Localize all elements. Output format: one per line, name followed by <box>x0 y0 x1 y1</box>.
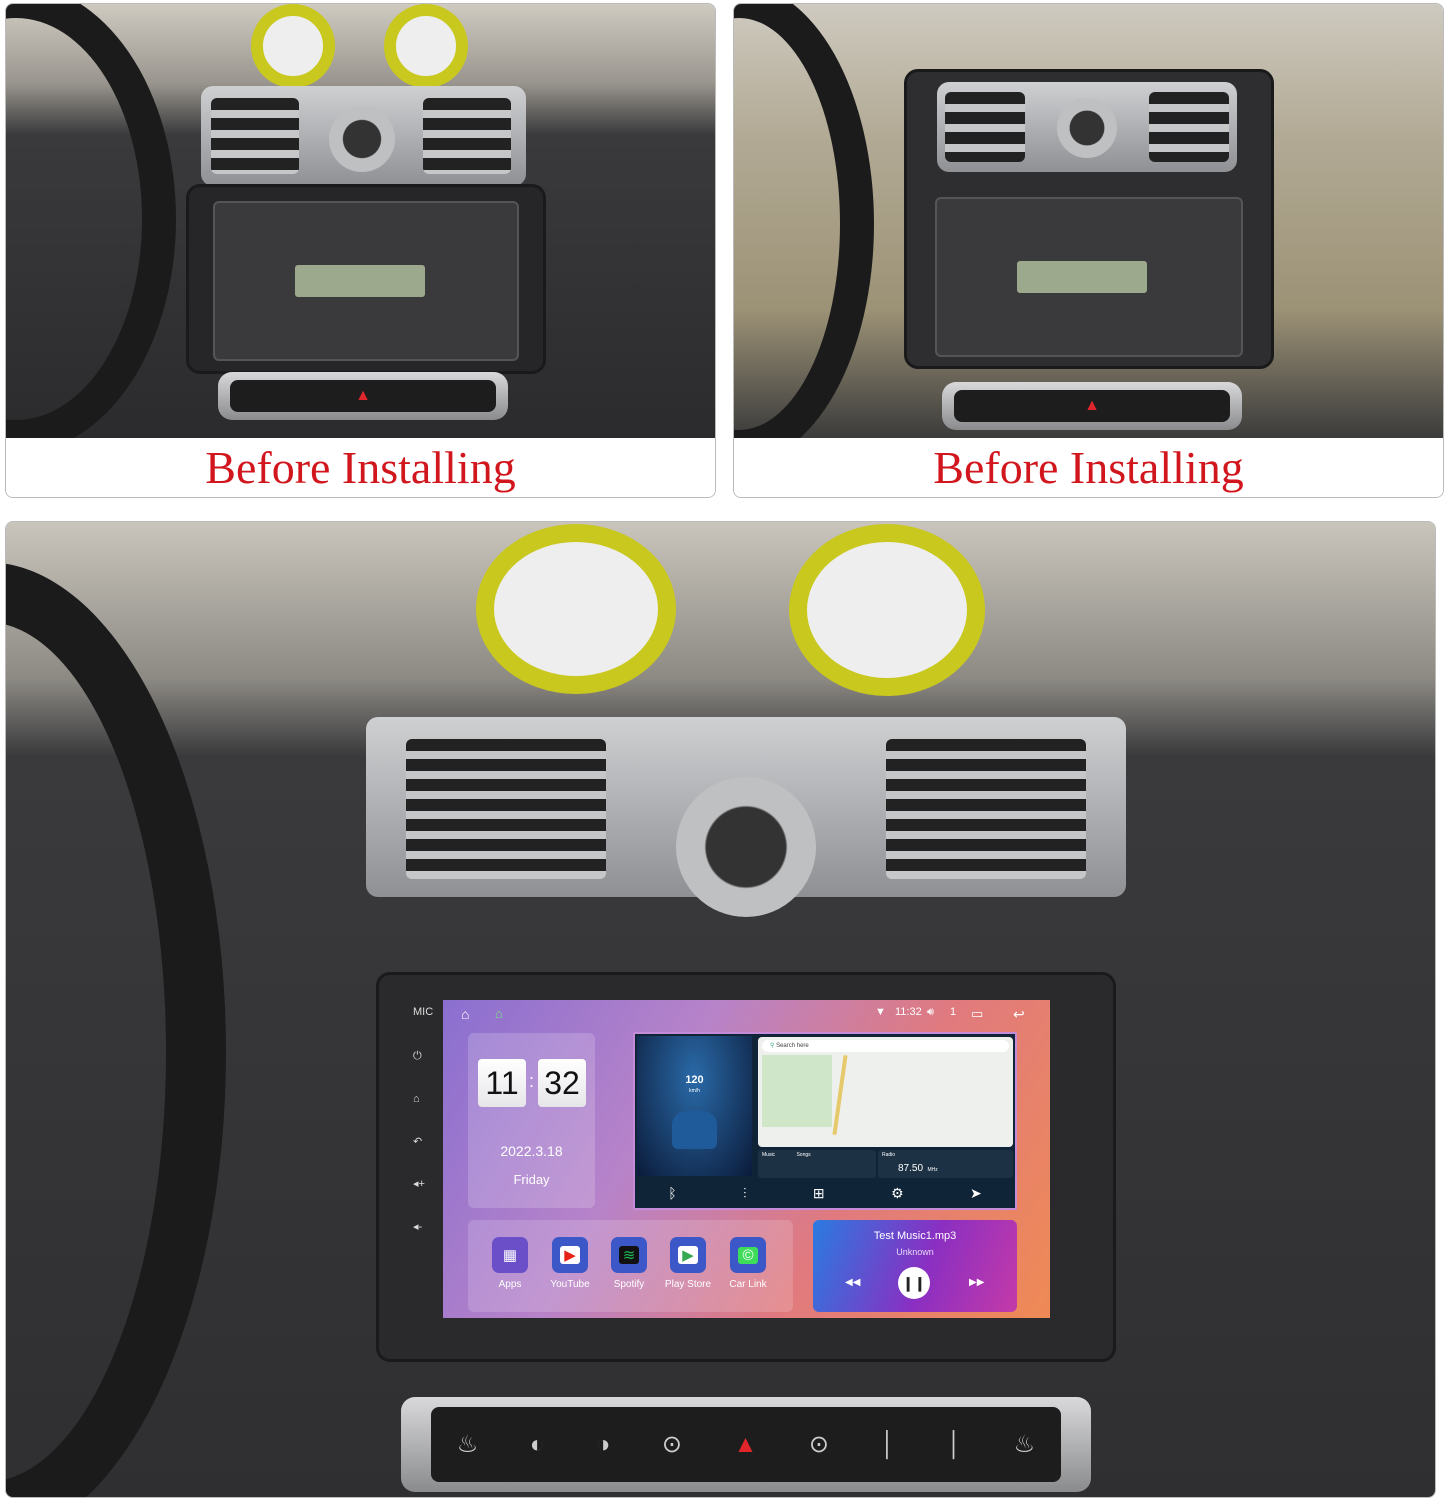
radio-mini-widget[interactable]: Radio 87.50 MHz <box>878 1150 1013 1178</box>
before-photo-left: ▲ Before Installing <box>5 3 716 498</box>
map-widget[interactable]: ⚲ Search here <box>758 1037 1013 1147</box>
status-time: 11:32 <box>895 1006 922 1018</box>
clock-gauge <box>384 4 468 88</box>
wifi-icon: ▼ <box>875 1006 886 1018</box>
app-label: Play Store <box>664 1279 712 1290</box>
speed-unit: km/h <box>689 1088 700 1094</box>
app-youtube[interactable]: ▶ YouTube <box>542 1237 598 1290</box>
home-icon[interactable]: ⌂ <box>495 1006 503 1021</box>
air-vents <box>201 86 526 186</box>
home-outline-icon[interactable]: ⌂ <box>461 1006 469 1022</box>
radio-unit: MHz <box>927 1167 938 1173</box>
switch-panel: ▲ <box>942 382 1242 430</box>
steering-wheel <box>6 4 176 454</box>
mic-icon[interactable]: MIC <box>413 1006 433 1018</box>
pause-button[interactable]: ❙❙ <box>898 1267 930 1299</box>
music-mini-label: Music <box>762 1152 776 1158</box>
apps-grid-icon[interactable]: ⊞ <box>813 1185 825 1202</box>
track-artist: Unknown <box>896 1247 934 1257</box>
stock-radio <box>935 197 1243 357</box>
home-button[interactable]: ⌂ <box>413 1093 420 1105</box>
air-vents <box>366 717 1126 917</box>
map-search-placeholder: Search here <box>776 1043 809 1049</box>
volume-level: 1 <box>950 1006 957 1018</box>
app-play-store[interactable]: ▶ Play Store <box>660 1237 716 1290</box>
clock-hour: 11 <box>478 1059 526 1107</box>
clock-minute: 32 <box>538 1059 586 1107</box>
steering-wheel <box>734 4 874 464</box>
fast-forward-icon[interactable]: ▶▶ <box>969 1277 984 1288</box>
apps-icon: ▦ <box>492 1237 528 1273</box>
air-vents <box>937 82 1237 172</box>
weekday: Friday <box>513 1172 550 1187</box>
app-car-link[interactable]: © Car Link <box>720 1237 776 1290</box>
tachometer <box>251 4 335 88</box>
app-dock: ▦ Apps ▶ YouTube ≋ Spotify ▶ Play Store © Car… <box>468 1220 793 1312</box>
car-image <box>672 1111 717 1149</box>
power-button[interactable]: ⏻ <box>413 1050 422 1063</box>
volume-up-button[interactable]: ◂+ <box>413 1177 425 1190</box>
navigation-icon[interactable]: ➤ <box>970 1185 982 1202</box>
back-button[interactable]: ↶ <box>413 1135 422 1148</box>
caption: Before Installing <box>734 438 1443 497</box>
volume-icon: 🔊︎ <box>927 1006 934 1018</box>
caption: Before Installing <box>6 438 715 497</box>
bluetooth-icon[interactable]: ᛒ <box>668 1185 676 1201</box>
switch-panel: ♨ ◐ ◑ ⊙ ▲ ⊙ │ │ ♨ <box>401 1397 1091 1492</box>
settings-icon[interactable]: ⚙ <box>891 1185 904 1202</box>
before-photo-right: ▲ Before Installing <box>733 3 1444 498</box>
center-console <box>186 184 546 374</box>
center-console <box>904 69 1274 369</box>
date: 2022.3.18 <box>500 1143 563 1159</box>
youtube-icon: ▶ <box>552 1237 588 1273</box>
app-label: YouTube <box>550 1279 590 1290</box>
head-unit-screen: ⌂ ⌂ ▼ 11:32 🔊︎ 1 ▭ ↩ 11 : 32 2022.3.18 F… <box>443 1000 1050 1318</box>
car-link-icon: © <box>730 1237 766 1273</box>
clock-separator: : <box>529 1071 535 1091</box>
map-pin-icon: ⚲ <box>770 1043 775 1049</box>
back-icon[interactable]: ↩ <box>1013 1006 1025 1023</box>
radio-frequency: 87.50 <box>898 1163 924 1174</box>
app-label: Car Link <box>729 1279 767 1290</box>
equalizer-icon[interactable]: ⫶ <box>743 1185 747 1202</box>
map-search[interactable]: ⚲ Search here <box>762 1040 1009 1052</box>
dashboard-photo: ▲ <box>734 4 1443 464</box>
speed-display: 120 km/h <box>637 1036 752 1176</box>
radio-mini-label: Radio <box>882 1152 896 1158</box>
speed-value: 120 <box>685 1074 704 1086</box>
dashboard-photo: ▲ <box>6 4 715 454</box>
track-title: Test Music1.mp3 <box>873 1230 957 1242</box>
app-spotify[interactable]: ≋ Spotify <box>601 1237 657 1290</box>
rewind-icon[interactable]: ◀◀ <box>845 1277 860 1288</box>
music-mini-widget[interactable]: Music Songs <box>758 1150 876 1178</box>
stock-radio <box>213 201 519 361</box>
map-road <box>832 1055 848 1135</box>
clock-gauge <box>789 524 985 696</box>
steering-wheel <box>6 562 226 1497</box>
clock-widget[interactable]: 11 : 32 2022.3.18 Friday <box>468 1033 595 1208</box>
map-park <box>762 1055 832 1127</box>
tachometer <box>476 524 676 694</box>
app-label: Apps <box>498 1279 522 1290</box>
volume-down-button[interactable]: ◂- <box>413 1220 422 1233</box>
quick-bar: ᛒ ⫶ ⊞ ⚙ ➤ <box>635 1178 1015 1208</box>
music-player-widget[interactable]: Test Music1.mp3 Unknown ◀◀ ❙❙ ▶▶ <box>813 1220 1017 1312</box>
app-apps[interactable]: ▦ Apps <box>482 1237 538 1290</box>
recent-apps-icon[interactable]: ▭ <box>971 1006 983 1022</box>
play-store-icon: ▶ <box>670 1237 706 1273</box>
music-mini-title: Songs <box>796 1152 811 1158</box>
dashboard-widget[interactable]: 120 km/h ⚲ Search here Music Songs Radio… <box>633 1032 1017 1210</box>
app-label: Spotify <box>613 1279 645 1290</box>
spotify-icon: ≋ <box>611 1237 647 1273</box>
switch-panel: ▲ <box>218 372 508 420</box>
